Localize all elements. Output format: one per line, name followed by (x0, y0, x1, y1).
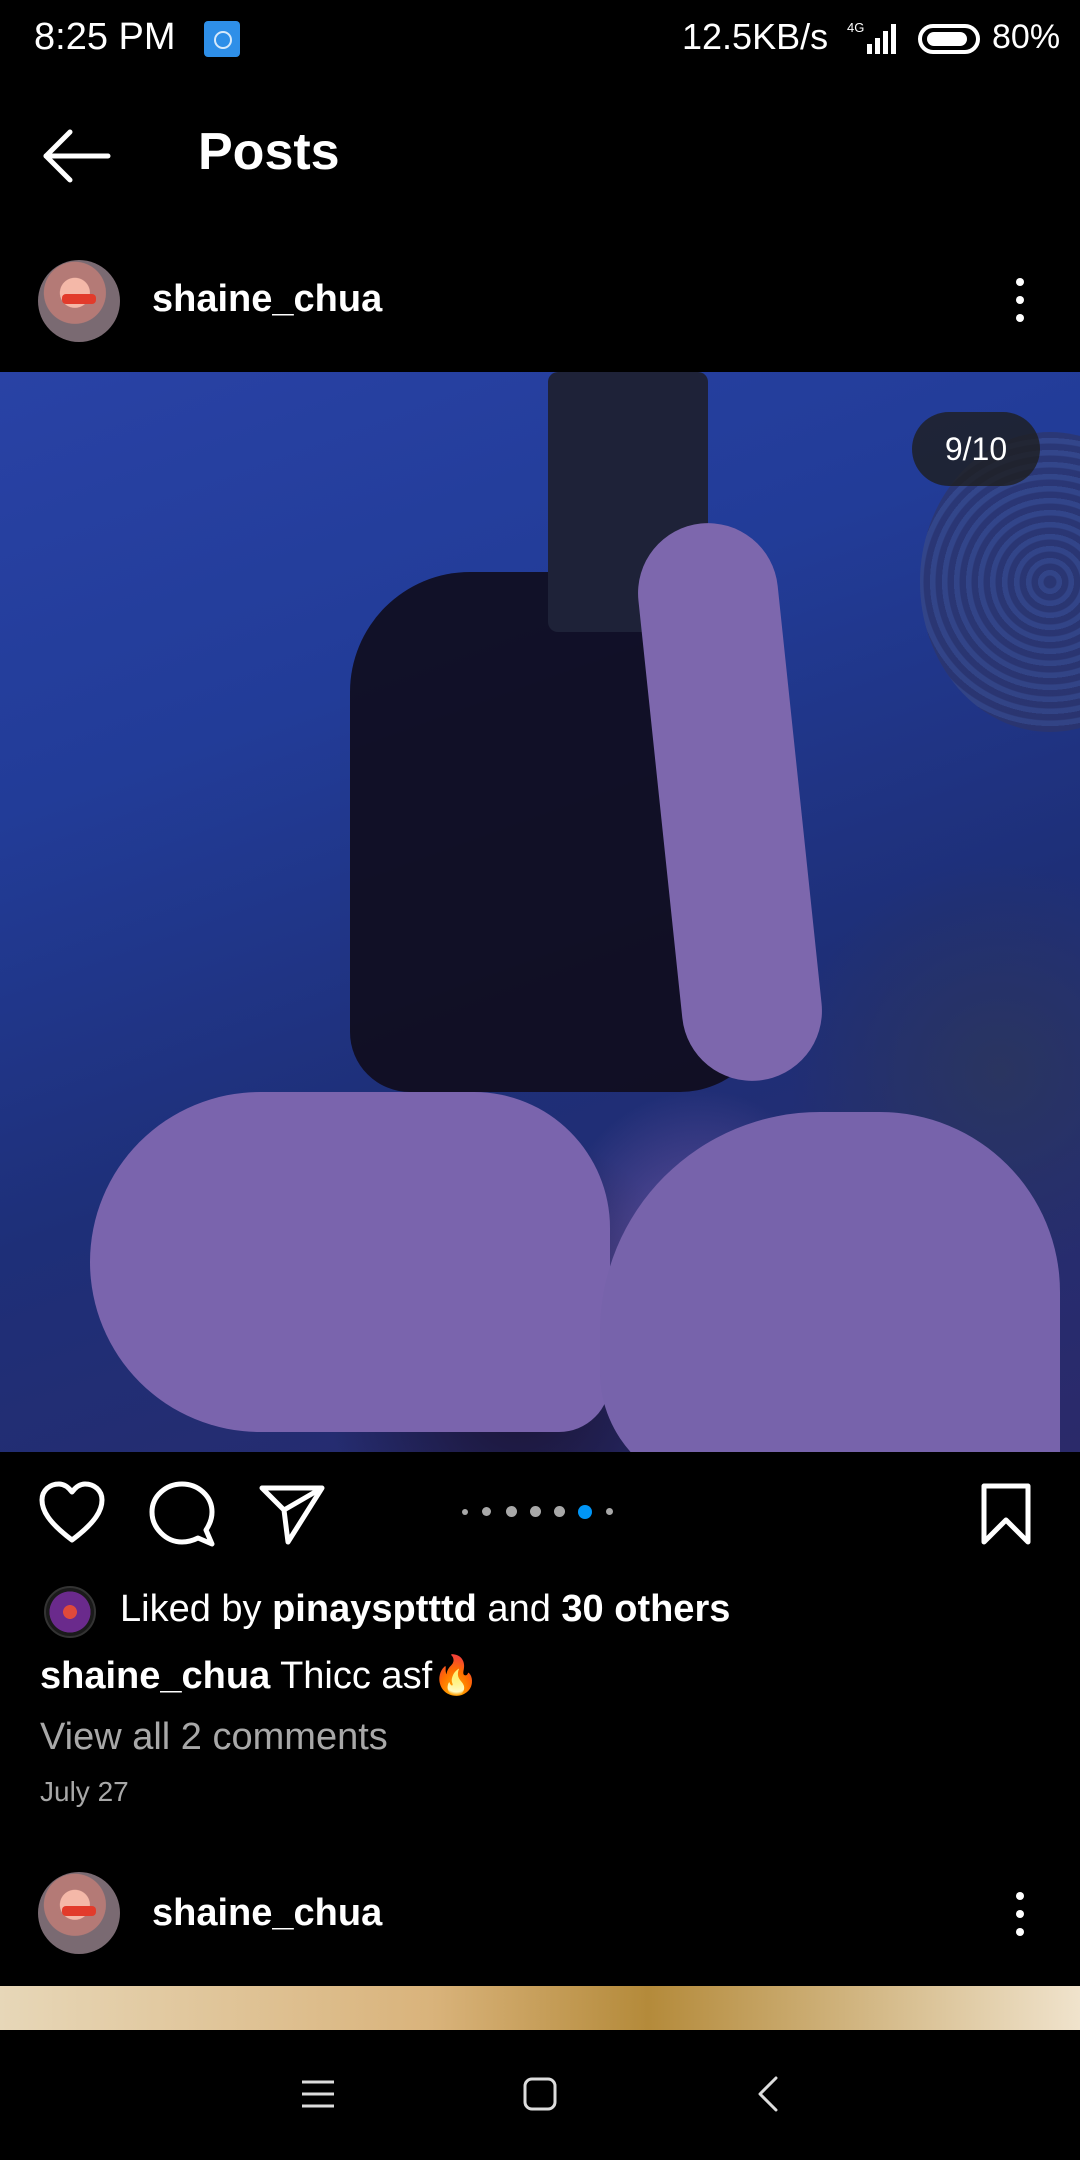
arrow-left-icon[interactable] (40, 126, 114, 186)
signal-icon: 4G (847, 20, 896, 54)
liked-by-prefix: Liked by (120, 1588, 273, 1630)
liked-by-and: and (476, 1588, 562, 1630)
next-post-image[interactable] (0, 1986, 1080, 2030)
post-caption: shaine_chua Thicc asf🔥 (40, 1654, 479, 1698)
view-comments-link[interactable]: View all 2 comments (40, 1716, 388, 1759)
battery-percent: 80% (992, 18, 1061, 56)
likes-summary[interactable]: Liked by pinaysptttd and 30 others (120, 1588, 730, 1631)
post-username[interactable]: shaine_chua (152, 278, 382, 321)
carousel-active-dot (578, 1505, 592, 1519)
page-title: Posts (198, 123, 340, 181)
back-chevron-icon[interactable] (748, 2074, 788, 2114)
post-image[interactable] (0, 372, 1080, 1452)
liked-by-user[interactable]: pinaysptttd (272, 1588, 477, 1630)
share-send-icon[interactable] (258, 1480, 326, 1548)
comment-icon[interactable] (148, 1480, 216, 1548)
battery-icon (918, 24, 980, 54)
next-post-username[interactable]: shaine_chua (152, 1892, 382, 1935)
home-square-icon[interactable] (520, 2074, 560, 2114)
like-heart-icon[interactable] (38, 1480, 106, 1548)
status-time: 8:25 PM (34, 16, 176, 58)
image-counter-badge: 9/10 (912, 412, 1040, 486)
status-bar: 8:25 PM 12.5KB/s 4G 80% (0, 0, 1080, 78)
bookmark-icon[interactable] (976, 1480, 1036, 1548)
next-post-avatar[interactable] (38, 1872, 120, 1954)
avatar[interactable] (38, 260, 120, 342)
caption-text: Thicc asf🔥 (270, 1655, 480, 1697)
network-speed: 12.5KB/s (682, 16, 829, 57)
caption-username[interactable]: shaine_chua (40, 1655, 270, 1697)
liker-avatar[interactable] (44, 1586, 96, 1638)
liked-by-others[interactable]: 30 others (561, 1588, 730, 1630)
app-notification-icon (204, 21, 240, 57)
menu-icon[interactable] (298, 2074, 338, 2114)
network-type: 4G (847, 20, 864, 35)
system-nav-bar (0, 2030, 1080, 2160)
next-post-more-options-icon[interactable] (1014, 1892, 1026, 1940)
more-options-icon[interactable] (1014, 278, 1026, 326)
post-date: July 27 (40, 1776, 129, 1807)
